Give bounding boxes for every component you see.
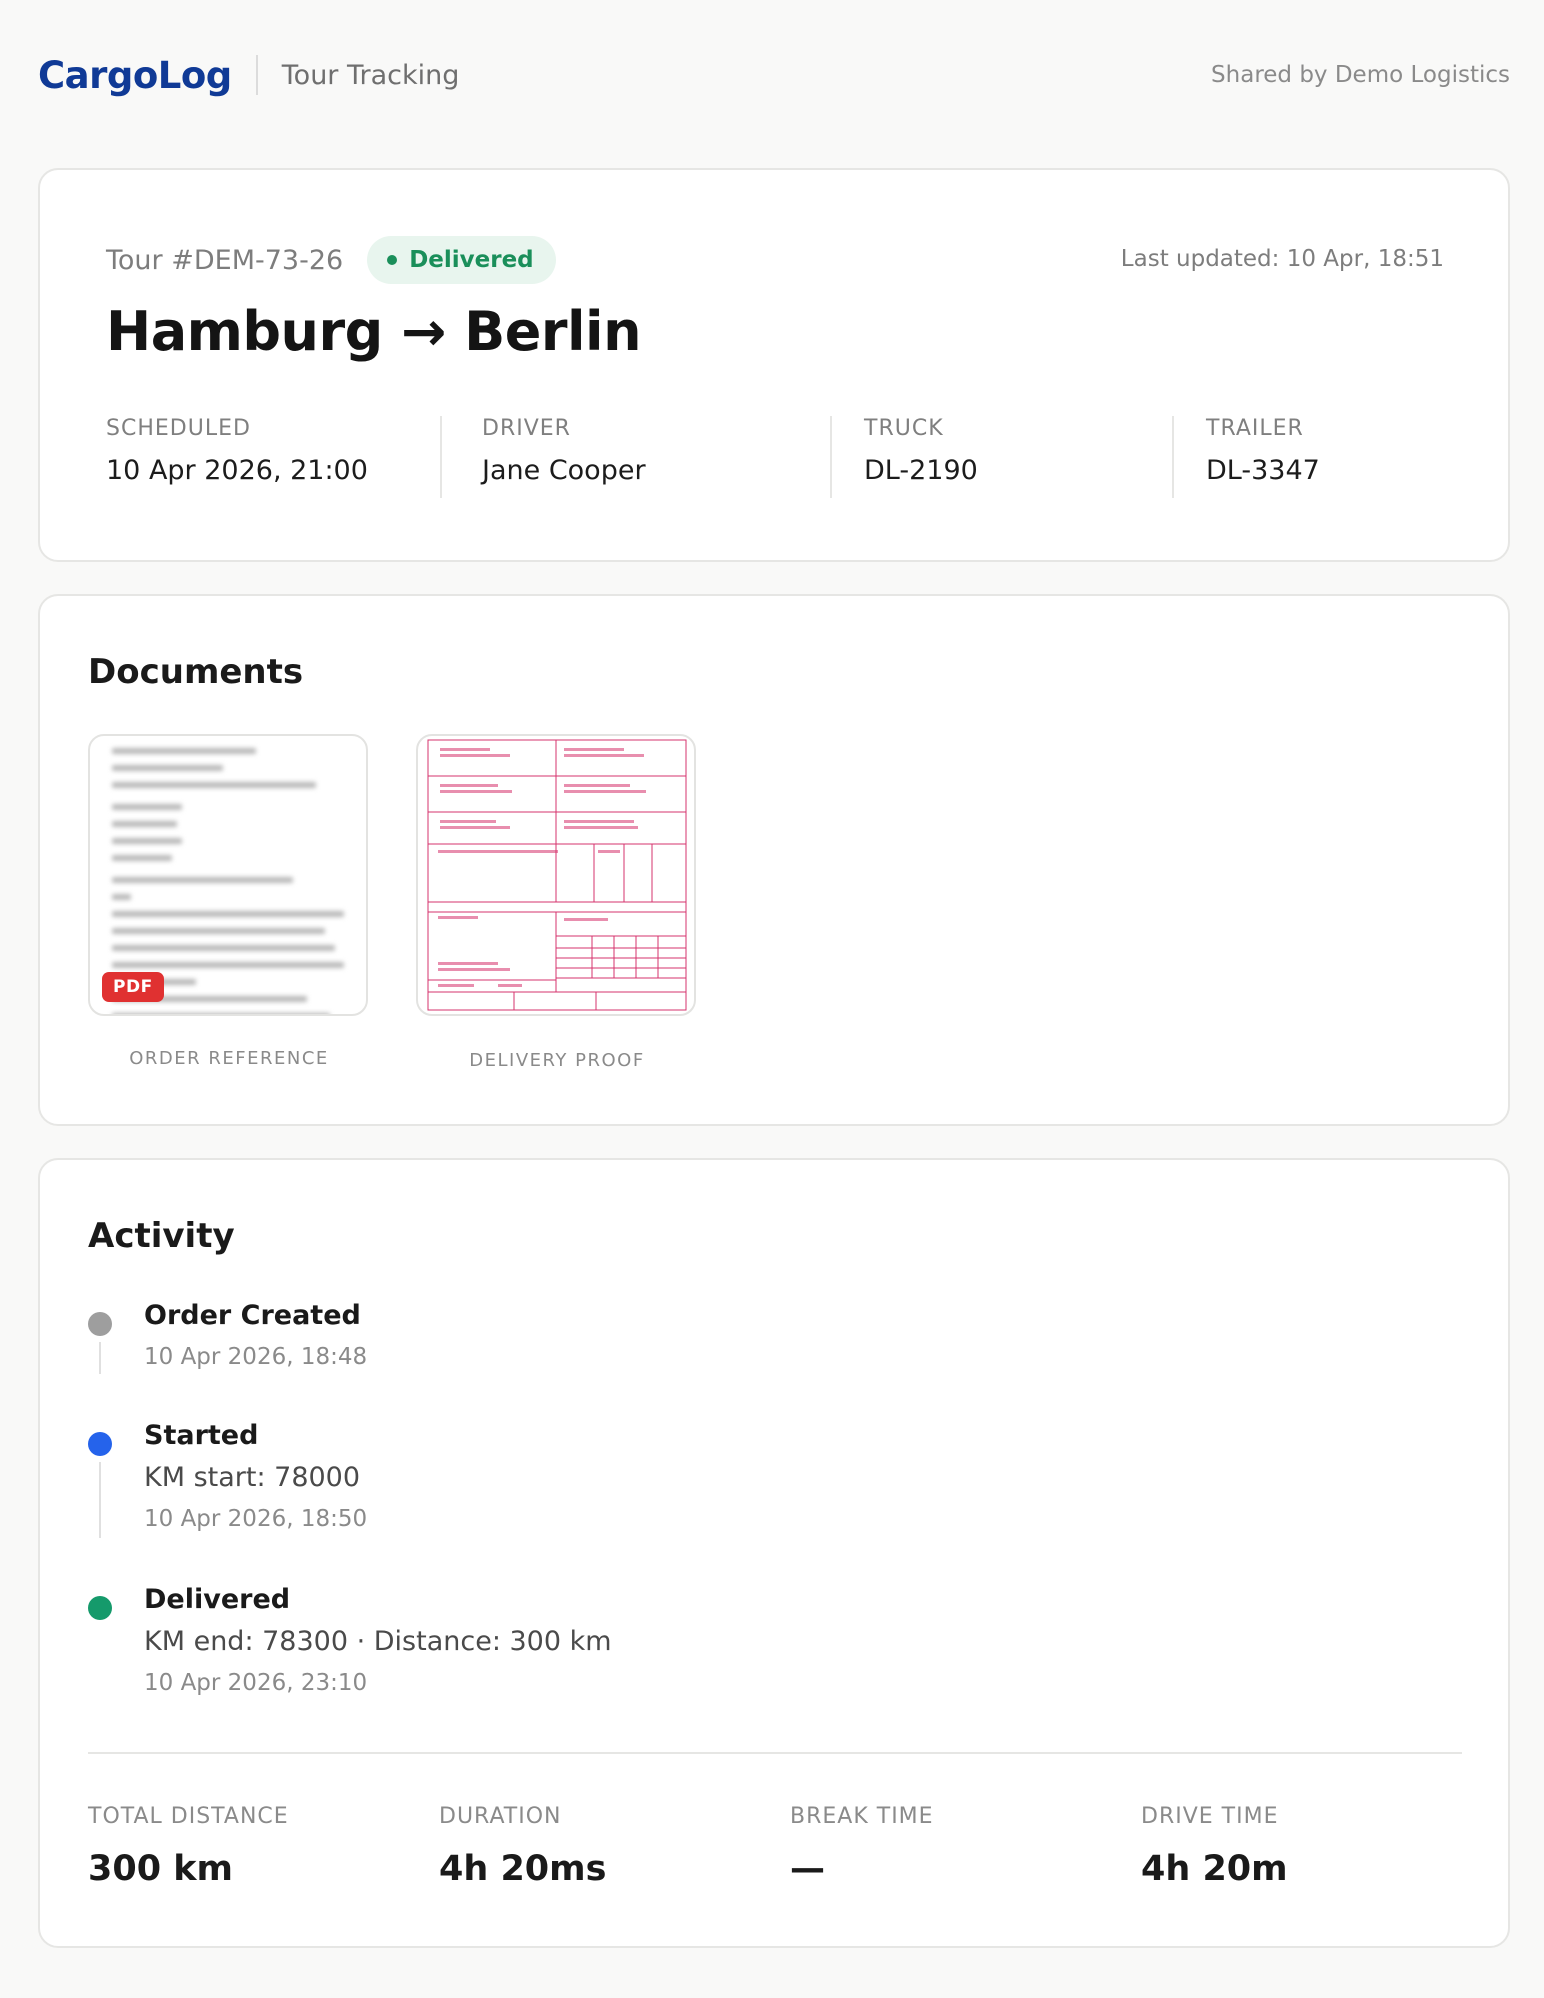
timeline-dot-icon bbox=[88, 1596, 112, 1620]
stat-total-distance: TOTAL DISTANCE 300 km bbox=[88, 1804, 289, 1889]
stat-value: 4h 20ms bbox=[439, 1849, 607, 1889]
event-title: Order Created bbox=[144, 1300, 361, 1331]
meta-value: Jane Cooper bbox=[482, 455, 646, 486]
stat-drive-time: DRIVE TIME 4h 20m bbox=[1141, 1804, 1288, 1889]
shared-by-label: Shared by Demo Logistics bbox=[1211, 62, 1510, 88]
event-time: 10 Apr 2026, 23:10 bbox=[144, 1670, 368, 1696]
stats-divider bbox=[88, 1752, 1462, 1754]
documents-title: Documents bbox=[88, 652, 304, 692]
brand-logo[interactable]: CargoLog bbox=[38, 54, 232, 97]
event-title: Delivered bbox=[144, 1584, 291, 1615]
brand-divider bbox=[255, 55, 258, 95]
meta-label: TRUCK bbox=[864, 416, 944, 441]
meta-divider bbox=[830, 416, 832, 498]
brand-area: CargoLog Tour Tracking bbox=[38, 54, 459, 97]
tour-summary-card: Tour #DEM-73-26 Delivered Last updated: … bbox=[38, 168, 1510, 562]
status-badge: Delivered bbox=[367, 236, 556, 284]
page-subtitle: Tour Tracking bbox=[281, 59, 460, 91]
document-label: ORDER REFERENCE bbox=[129, 1048, 329, 1069]
event-detail: KM end: 78300 · Distance: 300 km bbox=[144, 1626, 612, 1657]
meta-label: SCHEDULED bbox=[106, 416, 251, 441]
document-label: DELIVERY PROOF bbox=[469, 1050, 645, 1071]
stat-value: 300 km bbox=[88, 1849, 233, 1889]
meta-divider bbox=[1172, 416, 1174, 498]
timeline-connector bbox=[99, 1342, 101, 1374]
tour-header: Tour #DEM-73-26 Delivered bbox=[106, 236, 556, 284]
stat-label: BREAK TIME bbox=[790, 1804, 934, 1829]
activity-title: Activity bbox=[88, 1216, 235, 1256]
stat-break-time: BREAK TIME — bbox=[790, 1804, 934, 1889]
document-order-reference[interactable]: PDF bbox=[88, 734, 368, 1016]
event-time: 10 Apr 2026, 18:50 bbox=[144, 1506, 368, 1532]
stat-label: DRIVE TIME bbox=[1141, 1804, 1279, 1829]
form-thumbnail-icon bbox=[427, 739, 687, 1011]
tour-id: Tour #DEM-73-26 bbox=[106, 244, 344, 276]
meta-trailer: TRAILER DL-3347 bbox=[1206, 416, 1320, 500]
timeline-dot-icon bbox=[88, 1432, 112, 1456]
meta-divider bbox=[440, 416, 442, 498]
stat-label: TOTAL DISTANCE bbox=[88, 1804, 289, 1829]
route-title: Hamburg → Berlin bbox=[106, 300, 642, 363]
event-title: Started bbox=[144, 1420, 259, 1451]
stat-value: 4h 20m bbox=[1141, 1849, 1288, 1889]
event-time: 10 Apr 2026, 18:48 bbox=[144, 1344, 368, 1370]
tour-meta: SCHEDULED 10 Apr 2026, 21:00 DRIVER Jane… bbox=[106, 416, 1446, 500]
activity-card: Activity Order Created 10 Apr 2026, 18:4… bbox=[38, 1158, 1510, 1948]
meta-scheduled: SCHEDULED 10 Apr 2026, 21:00 bbox=[106, 416, 368, 500]
meta-label: TRAILER bbox=[1206, 416, 1304, 441]
stat-duration: DURATION 4h 20ms bbox=[439, 1804, 606, 1889]
meta-truck: TRUCK DL-2190 bbox=[864, 416, 978, 500]
meta-value: 10 Apr 2026, 21:00 bbox=[106, 455, 368, 486]
stat-label: DURATION bbox=[439, 1804, 562, 1829]
meta-driver: DRIVER Jane Cooper bbox=[482, 416, 646, 500]
timeline-dot-icon bbox=[88, 1312, 112, 1336]
timeline-connector bbox=[99, 1462, 101, 1538]
meta-label: DRIVER bbox=[482, 416, 571, 441]
meta-value: DL-3347 bbox=[1206, 455, 1320, 486]
tour-stats: TOTAL DISTANCE 300 km DURATION 4h 20ms B… bbox=[88, 1804, 1462, 1904]
meta-value: DL-2190 bbox=[864, 455, 978, 486]
status-dot-icon bbox=[387, 255, 398, 265]
pdf-badge: PDF bbox=[102, 972, 164, 1002]
event-detail: KM start: 78000 bbox=[144, 1462, 361, 1493]
top-bar: CargoLog Tour Tracking Shared by Demo Lo… bbox=[38, 40, 1510, 110]
document-delivery-proof[interactable] bbox=[416, 734, 696, 1016]
status-badge-label: Delivered bbox=[409, 247, 534, 273]
documents-card: Documents PDF ORDER REFERENCE DELIVERY P… bbox=[38, 594, 1510, 1126]
last-updated: Last updated: 10 Apr, 18:51 bbox=[1120, 246, 1444, 272]
stat-value: — bbox=[790, 1849, 825, 1889]
